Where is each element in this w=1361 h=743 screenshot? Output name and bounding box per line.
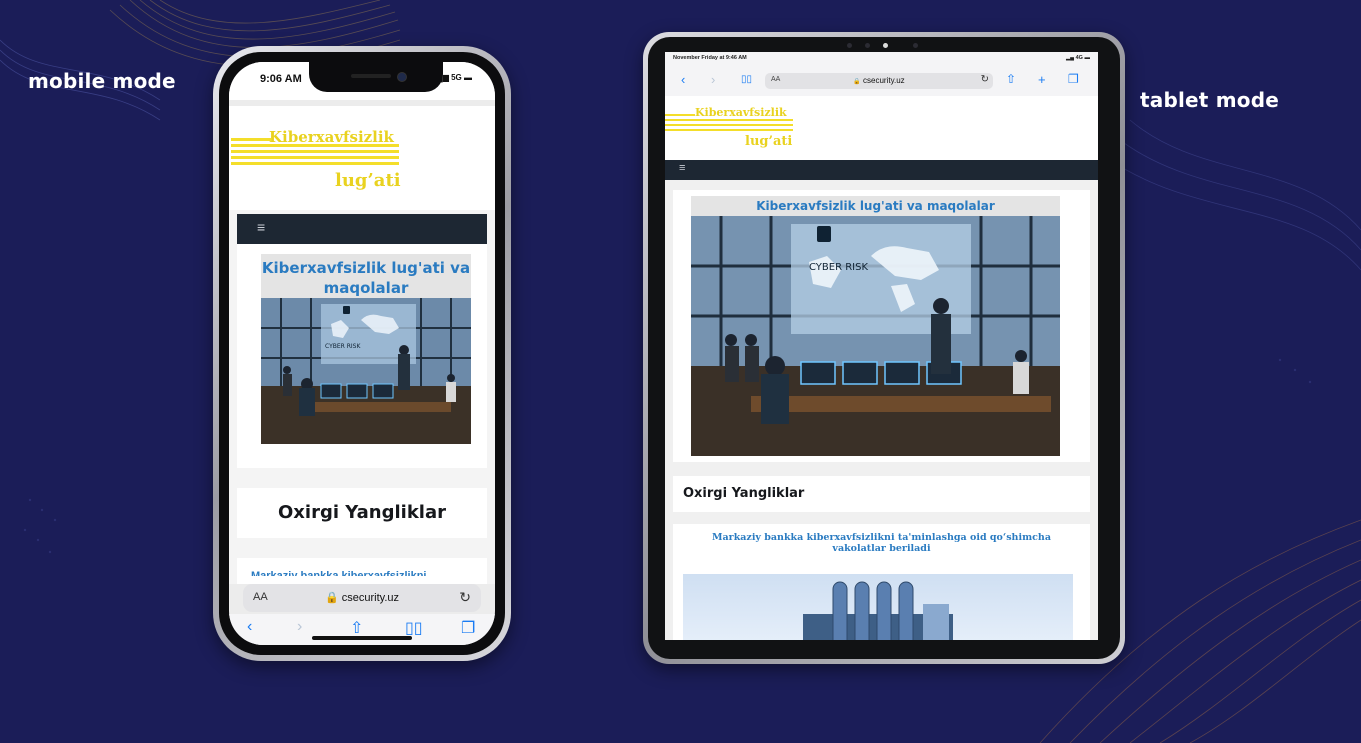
bookmarks-icon[interactable]: ▯▯ — [405, 618, 423, 638]
tablet-address-bar[interactable]: AA 🔒 csecurity.uz ↻ — [765, 73, 993, 89]
news-article-image — [683, 574, 1073, 640]
latest-news-section: Oxirgi Yangliklar — [673, 476, 1090, 512]
battery-icon: ▬ — [464, 73, 472, 82]
phone-url-display[interactable]: 🔒 csecurity.uz — [243, 591, 481, 604]
cyber-office-illustration: CYBER RISK — [261, 298, 471, 444]
tablet-screen: November Friday at 9:46 AM ▂▄ 4G ▬ ‹ › ▯… — [665, 52, 1098, 640]
site-header: Kiberxavfsizlik lug’ati — [229, 106, 495, 210]
tablet-device: November Friday at 9:46 AM ▂▄ 4G ▬ ‹ › ▯… — [643, 32, 1125, 664]
hamburger-menu-icon[interactable]: ≡ — [257, 219, 265, 235]
logo-stripe — [665, 114, 695, 116]
home-indicator[interactable] — [312, 636, 412, 640]
front-camera — [397, 72, 407, 82]
tablet-webpage: Kiberxavfsizlik lug’ati ≡ Kiberxavfsizli… — [665, 96, 1098, 640]
site-header: Kiberxavfsizlik lug’ati — [665, 96, 1098, 160]
latest-news-title: Oxirgi Yangliklar — [277, 502, 446, 523]
logo-text-line2: lug’ati — [745, 134, 793, 149]
phone-url-text: csecurity.uz — [341, 592, 400, 604]
cyber-risk-text: CYBER RISK — [325, 343, 361, 350]
tablet-status-datetime: November Friday at 9:46 AM — [673, 55, 747, 61]
latest-news-section: Oxirgi Yangliklar — [237, 488, 487, 538]
signal-bars-icon: ▂▄ — [1065, 55, 1075, 61]
hamburger-menu-icon[interactable]: ≡ — [679, 162, 685, 174]
logo-stripe — [231, 162, 399, 165]
lock-icon: 🔒 — [324, 592, 339, 604]
logo-stripe — [665, 124, 793, 126]
logo-stripe — [231, 156, 399, 159]
news-item-title: Markaziy bankka kiberxavfsizlikni — [251, 570, 427, 576]
logo-stripe — [665, 119, 793, 121]
tablet-url-display[interactable]: 🔒 csecurity.uz — [765, 76, 993, 85]
back-icon[interactable]: ‹ — [681, 72, 685, 87]
hero-card: Kiberxavfsizlik lug'ati va maqolalar CYB… — [673, 190, 1090, 462]
back-icon[interactable]: ‹ — [247, 618, 252, 636]
hero-card: Kiberxavfsizlik lug'ati va maqolalar CYB… — [237, 244, 487, 468]
hero-banner-title: Kiberxavfsizlik lug'ati va maqolalar — [261, 254, 471, 298]
logo-text-line1: Kiberxavfsizlik — [695, 106, 787, 119]
new-tab-icon[interactable]: + — [1038, 72, 1046, 87]
cyber-office-illustration: CYBER RISK — [691, 216, 1060, 456]
news-article-card[interactable]: Markaziy bankka kiberxavfsizlikni ta'min… — [673, 524, 1090, 640]
forward-icon[interactable]: › — [711, 72, 715, 87]
phone-device: 9:06 AM ▂▄▆ 5G ▬ Kiberxavfsizlik lug — [213, 46, 511, 661]
phone-webpage: Kiberxavfsizlik lug’ati ≡ Kiberxavfsizli… — [229, 106, 495, 584]
phone-network-label: 5G — [451, 73, 462, 82]
mobile-mode-label: mobile mode — [28, 69, 176, 93]
cyber-risk-text: CYBER RISK — [809, 262, 868, 273]
news-item-peek[interactable]: Markaziy bankka kiberxavfsizlikni — [237, 558, 487, 584]
phone-address-bar[interactable]: AA 🔒 csecurity.uz ↻ — [243, 584, 481, 612]
logo-text-line2: lug’ati — [335, 170, 401, 191]
site-logo[interactable]: Kiberxavfsizlik lug’ati — [229, 118, 409, 198]
logo-stripe — [231, 138, 271, 141]
tablet-status-signal: ▂▄ 4G ▬ — [1066, 55, 1090, 61]
forward-icon[interactable]: › — [297, 618, 302, 636]
logo-stripe — [231, 150, 399, 153]
hero-image: CYBER RISK — [691, 216, 1060, 456]
tabs-icon[interactable]: ❐ — [461, 618, 475, 638]
phone-browser-toolbar: ‹ › ⇧ ▯▯ ❐ — [229, 614, 495, 645]
phone-screen: 9:06 AM ▂▄▆ 5G ▬ Kiberxavfsizlik lug — [229, 62, 495, 645]
lock-icon: 🔒 — [853, 79, 861, 85]
nav-bar: ≡ — [237, 214, 487, 244]
tablet-status-bar: November Friday at 9:46 AM ▂▄ 4G ▬ — [665, 52, 1098, 66]
nav-bar: ≡ — [665, 160, 1098, 180]
reload-icon[interactable]: ↻ — [459, 589, 471, 606]
logo-text-line1: Kiberxavfsizlik — [269, 128, 394, 146]
latest-news-title: Oxirgi Yangliklar — [683, 486, 805, 501]
tabs-icon[interactable]: ❐ — [1068, 72, 1079, 86]
bookmarks-icon[interactable]: ▯▯ — [741, 74, 752, 85]
phone-notch — [309, 62, 443, 92]
share-icon[interactable]: ⇧ — [350, 618, 363, 638]
news-article-title[interactable]: Markaziy bankka kiberxavfsizlikni ta'min… — [693, 532, 1070, 554]
tablet-mode-label: tablet mode — [1140, 88, 1279, 112]
share-icon[interactable]: ⇧ — [1006, 72, 1016, 86]
battery-icon: ▬ — [1084, 55, 1091, 61]
hero-image: CYBER RISK — [261, 298, 471, 444]
hero-banner-title: Kiberxavfsizlik lug'ati va maqolalar — [691, 196, 1060, 216]
speaker-grille — [351, 74, 391, 78]
reload-icon[interactable]: ↻ — [981, 74, 989, 85]
phone-status-time: 9:06 AM — [260, 73, 302, 85]
tablet-camera-array — [847, 42, 927, 50]
bank-building-illustration — [803, 581, 953, 640]
site-logo[interactable]: Kiberxavfsizlik lug’ati — [665, 100, 805, 156]
tablet-browser-toolbar: ‹ › ▯▯ AA 🔒 csecurity.uz ↻ ⇧ + ❐ — [665, 66, 1098, 96]
logo-stripe — [665, 129, 793, 131]
tablet-url-text: csecurity.uz — [863, 76, 905, 85]
tablet-network-label: 4G — [1075, 55, 1083, 61]
